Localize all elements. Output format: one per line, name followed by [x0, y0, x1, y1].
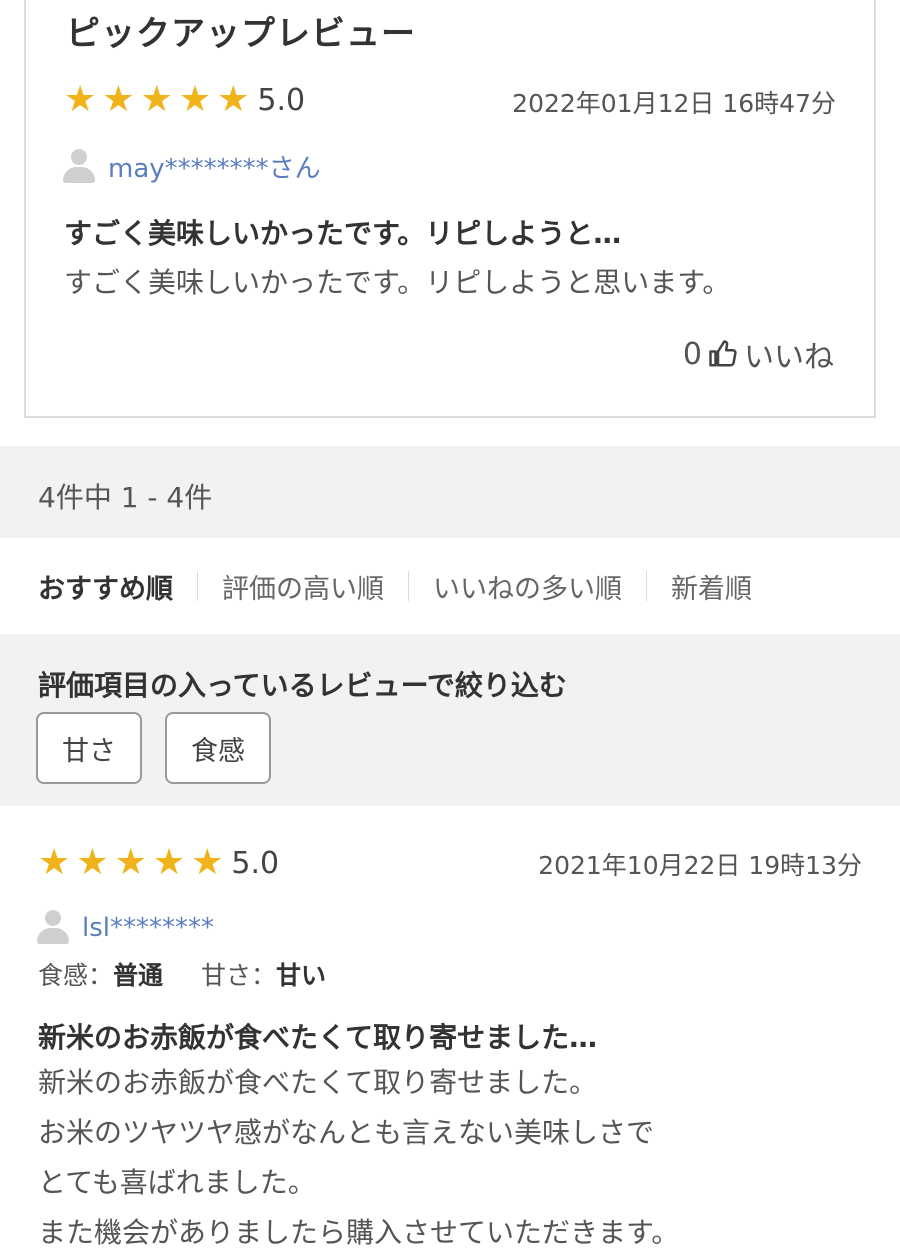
pickup-body: すごく美味しいかったです。リピしようと思います。: [64, 266, 731, 299]
pickup-rating: ★ ★ ★ ★ ★ 5.0: [64, 82, 305, 118]
user-avatar-icon: [62, 148, 96, 185]
star-icon: ★: [217, 79, 250, 120]
review-body-line: とても喜ばれました。: [38, 1166, 316, 1199]
star-icon: ★: [76, 842, 109, 883]
pickup-title: ピックアップレビュー: [66, 14, 416, 54]
review-body-line: また機会がありましたら購入させていただきます。: [38, 1216, 680, 1249]
sort-recommended[interactable]: おすすめ順: [38, 567, 173, 606]
pickup-headline: すごく美味しいかったです。リピしようと…: [64, 217, 622, 250]
sort-tabs: おすすめ順 評価の高い順 いいねの多い順 新着順: [0, 540, 900, 632]
review-date: 2021年10月22日 19時13分: [538, 851, 862, 880]
result-count-bar: 4件中 1 - 4件: [0, 446, 900, 538]
sort-divider: [408, 571, 409, 601]
attr-sweetness-label: 甘さ：: [200, 961, 276, 990]
like-count: 0: [682, 336, 702, 372]
filter-section: 評価項目の入っているレビューで絞り込む 甘さ 食感: [0, 634, 900, 806]
attr-texture-label: 食感：: [38, 961, 114, 990]
sort-divider: [197, 571, 198, 601]
review-user-name[interactable]: lsl********: [82, 913, 214, 943]
review-page: ピックアップレビュー ★ ★ ★ ★ ★ 5.0 2022年01月12日 16時…: [0, 0, 900, 1251]
sort-newest[interactable]: 新着順: [671, 567, 752, 606]
review-stars: ★ ★ ★ ★ ★: [38, 845, 229, 881]
star-icon: ★: [102, 79, 135, 120]
user-avatar-icon: [36, 910, 70, 946]
filter-title: 評価項目の入っているレビューで絞り込む: [38, 669, 567, 702]
star-icon: ★: [152, 842, 186, 883]
pickup-user-name[interactable]: may********さん: [108, 148, 321, 185]
pickup-score: 5.0: [257, 82, 306, 118]
star-icon: ★: [64, 79, 97, 120]
review-body-line: 新米のお赤飯が食べたくて取り寄せました。: [38, 1066, 598, 1099]
pickup-review-card: ピックアップレビュー ★ ★ ★ ★ ★ 5.0 2022年01月12日 16時…: [24, 0, 876, 418]
star-icon: ★: [114, 842, 147, 883]
star-icon: ★: [178, 79, 212, 120]
review-headline: 新米のお赤飯が食べたくて取り寄せました…: [38, 1021, 598, 1054]
review-rating: ★ ★ ★ ★ ★ 5.0: [38, 845, 279, 881]
result-count: 4件中 1 - 4件: [38, 481, 213, 514]
pickup-user[interactable]: may********さん: [62, 148, 321, 185]
pickup-stars: ★ ★ ★ ★ ★: [64, 82, 255, 118]
review-user[interactable]: lsl********: [36, 910, 214, 946]
sort-most-likes[interactable]: いいねの多い順: [433, 567, 622, 606]
review-body: 新米のお赤飯が食べたくて取り寄せました。 お米のツヤツヤ感がなんとも言えない美味…: [38, 1058, 679, 1251]
review-body-line: お米のツヤツヤ感がなんとも言えない美味しさで: [38, 1116, 655, 1149]
review-attributes: 食感：普通 甘さ：甘い: [38, 956, 326, 992]
filter-chip-texture[interactable]: 食感: [165, 712, 271, 784]
thumbs-up-icon: [709, 340, 737, 367]
pickup-date: 2022年01月12日 16時47分: [512, 89, 836, 118]
star-icon: ★: [38, 842, 71, 883]
like-label: いいね: [744, 340, 834, 375]
attr-sweetness-value: 甘い: [275, 961, 326, 990]
review-score: 5.0: [231, 845, 280, 881]
attr-texture-value: 普通: [113, 961, 164, 990]
star-icon: ★: [140, 79, 173, 120]
filter-chip-sweetness[interactable]: 甘さ: [36, 712, 142, 784]
like-button[interactable]: 0 いいね: [683, 332, 834, 376]
star-icon: ★: [191, 842, 224, 883]
sort-divider: [646, 571, 647, 601]
sort-highest-rating[interactable]: 評価の高い順: [222, 567, 384, 606]
